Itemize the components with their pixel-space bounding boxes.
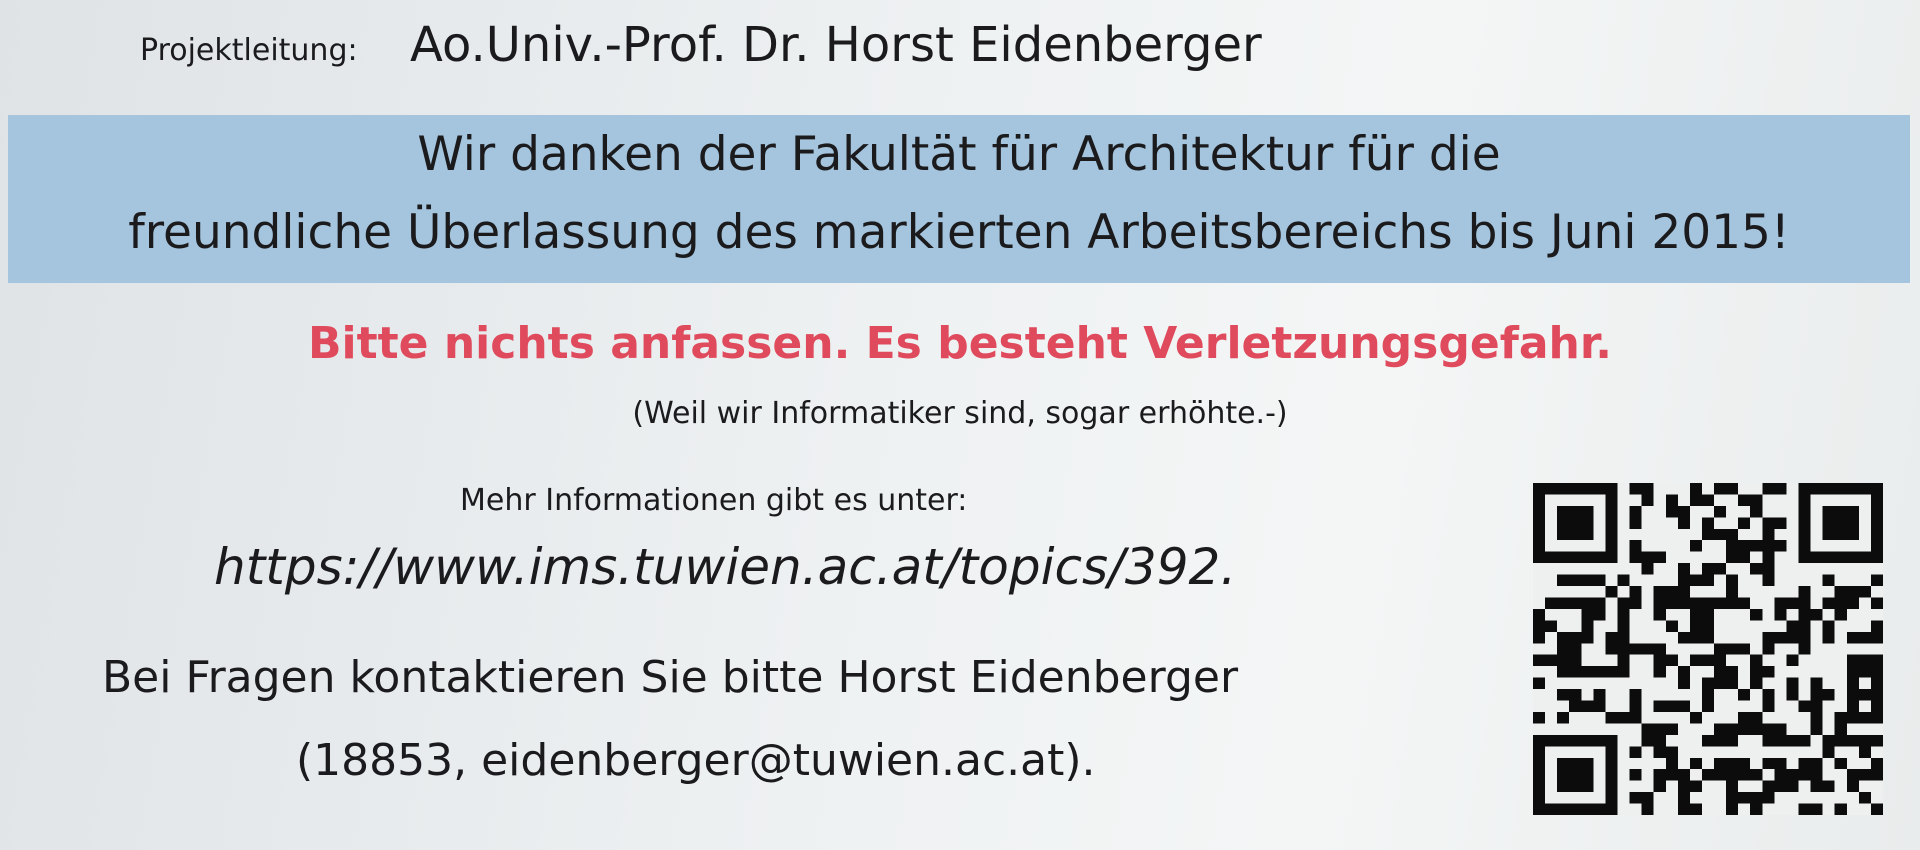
qr-code-icon <box>1533 483 1883 815</box>
thanks-line-1: Wir danken der Fakultät für Architektur … <box>417 127 1501 182</box>
contact-line-1: Bei Fragen kontaktieren Sie bitte Horst … <box>102 652 1239 703</box>
warning-text: Bitte nichts anfassen. Es besteht Verlet… <box>308 318 1612 369</box>
more-info-label: Mehr Informationen gibt es unter: <box>460 483 968 518</box>
thanks-line-2: freundliche Überlassung des markierten A… <box>128 205 1790 260</box>
project-lead-name: Ao.Univ.-Prof. Dr. Horst Eidenberger <box>410 17 1262 73</box>
info-url: https://www.ims.tuwien.ac.at/topics/392. <box>214 538 1237 596</box>
thanks-banner: Wir danken der Fakultät für Architektur … <box>8 115 1910 283</box>
warning-note: (Weil wir Informatiker sind, sogar erhöh… <box>632 396 1288 431</box>
project-lead-label: Projektleitung: <box>140 33 358 68</box>
contact-line-2: (18853, eidenberger@tuwien.ac.at). <box>296 735 1096 786</box>
